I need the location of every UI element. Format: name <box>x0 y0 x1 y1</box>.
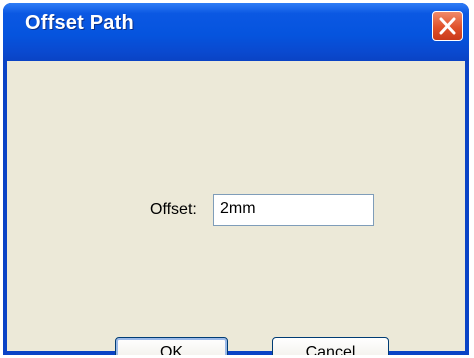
dialog-title: Offset Path <box>25 12 134 34</box>
offset-label: Offset: <box>150 201 197 218</box>
ok-button[interactable]: OK <box>115 337 228 355</box>
close-button[interactable] <box>432 11 463 41</box>
offset-input[interactable]: 2mm <box>213 194 374 226</box>
title-bar[interactable]: Offset Path <box>3 3 469 61</box>
dialog-body: Offset: 2mm OK Cancel <box>7 61 465 355</box>
close-icon <box>439 17 456 35</box>
offset-path-dialog: Offset Path Offset: 2mm OK Cancel <box>3 3 469 355</box>
cancel-button[interactable]: Cancel <box>272 337 389 355</box>
